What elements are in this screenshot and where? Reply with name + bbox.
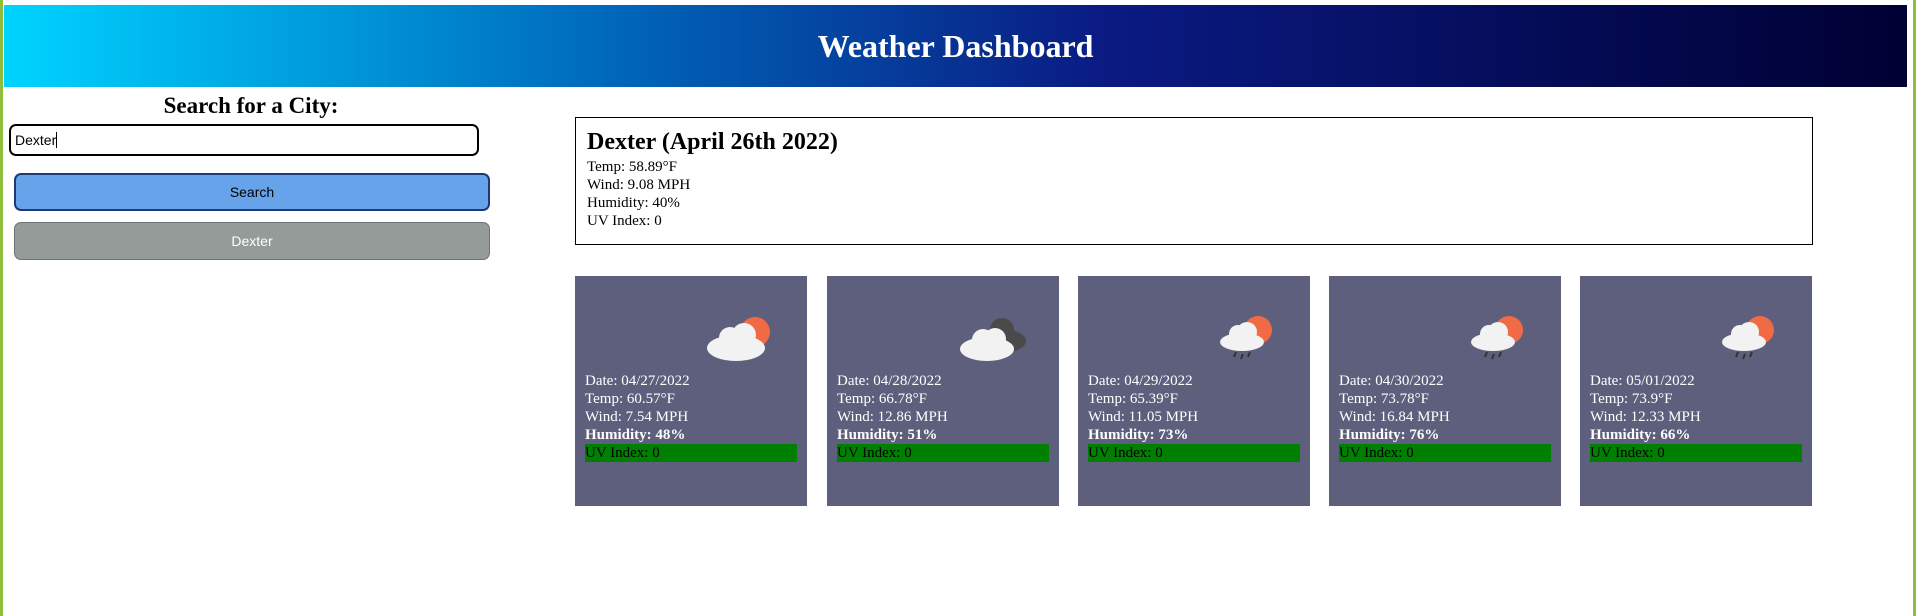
forecast-humidity: Humidity: 73% — [1088, 427, 1189, 443]
forecast-temp: Temp: 66.78°F — [837, 391, 927, 407]
forecast-date: Date: 04/30/2022 — [1339, 373, 1444, 389]
search-input[interactable]: Dexter — [9, 124, 479, 156]
forecast-card: Date: 04/30/2022 Temp: 73.78°F Wind: 16.… — [1329, 276, 1561, 506]
forecast-card: Date: 04/27/2022 Temp: 60.57°F Wind: 7.5… — [575, 276, 807, 506]
forecast-humidity: Humidity: 51% — [837, 427, 938, 443]
current-weather-title: Dexter (April 26th 2022) — [587, 129, 838, 155]
forecast-card: Date: 04/28/2022 Temp: 66.78°F Wind: 12.… — [827, 276, 1059, 506]
forecast-card: Date: 04/29/2022 Temp: 65.39°F Wind: 11.… — [1078, 276, 1310, 506]
forecast-wind: Wind: 16.84 MPH — [1339, 409, 1450, 425]
cloudy-icon — [957, 312, 1029, 362]
forecast-wind: Wind: 11.05 MPH — [1088, 409, 1199, 425]
rain-sun-icon — [1459, 312, 1531, 362]
forecast-temp: Temp: 60.57°F — [585, 391, 675, 407]
forecast-humidity: Humidity: 48% — [585, 427, 686, 443]
forecast-card: Date: 05/01/2022 Temp: 73.9°F Wind: 12.3… — [1580, 276, 1812, 506]
forecast-temp: Temp: 65.39°F — [1088, 391, 1178, 407]
forecast-uv-index: UV Index: 0 — [1590, 444, 1802, 462]
forecast-uv-index: UV Index: 0 — [1339, 444, 1551, 462]
rain-sun-icon — [1710, 312, 1782, 362]
forecast-humidity: Humidity: 66% — [1590, 427, 1691, 443]
current-wind: Wind: 9.08 MPH — [587, 177, 691, 193]
page-header: Weather Dashboard — [4, 5, 1907, 87]
forecast-wind: Wind: 7.54 MPH — [585, 409, 689, 425]
current-weather-card: Dexter (April 26th 2022) Temp: 58.89°F W… — [575, 117, 1813, 245]
partly-cloudy-icon — [705, 312, 777, 362]
forecast-wind: Wind: 12.33 MPH — [1590, 409, 1701, 425]
rain-sun-icon — [1208, 312, 1280, 362]
search-sidebar: Search for a City: Dexter Search Dexter — [8, 90, 494, 260]
current-humidity: Humidity: 40% — [587, 195, 680, 211]
current-temp: Temp: 58.89°F — [587, 159, 677, 175]
forecast-wind: Wind: 12.86 MPH — [837, 409, 948, 425]
forecast-temp: Temp: 73.9°F — [1590, 391, 1673, 407]
search-heading: Search for a City: — [163, 93, 339, 118]
forecast-row: Date: 04/27/2022 Temp: 60.57°F Wind: 7.5… — [575, 276, 1815, 506]
window-border-left — [0, 0, 3, 616]
history-city-button[interactable]: Dexter — [14, 222, 490, 260]
forecast-date: Date: 05/01/2022 — [1590, 373, 1695, 389]
search-button[interactable]: Search — [14, 173, 490, 211]
forecast-temp: Temp: 73.78°F — [1339, 391, 1429, 407]
page-title: Weather Dashboard — [817, 27, 1094, 64]
search-input-value: Dexter — [15, 132, 57, 148]
forecast-uv-index: UV Index: 0 — [1088, 444, 1300, 462]
forecast-date: Date: 04/28/2022 — [837, 373, 942, 389]
forecast-uv-index: UV Index: 0 — [837, 444, 1049, 462]
current-uv-index: UV Index: 0 — [587, 213, 662, 229]
forecast-date: Date: 04/27/2022 — [585, 373, 690, 389]
forecast-date: Date: 04/29/2022 — [1088, 373, 1193, 389]
forecast-uv-index: UV Index: 0 — [585, 444, 797, 462]
forecast-humidity: Humidity: 76% — [1339, 427, 1440, 443]
